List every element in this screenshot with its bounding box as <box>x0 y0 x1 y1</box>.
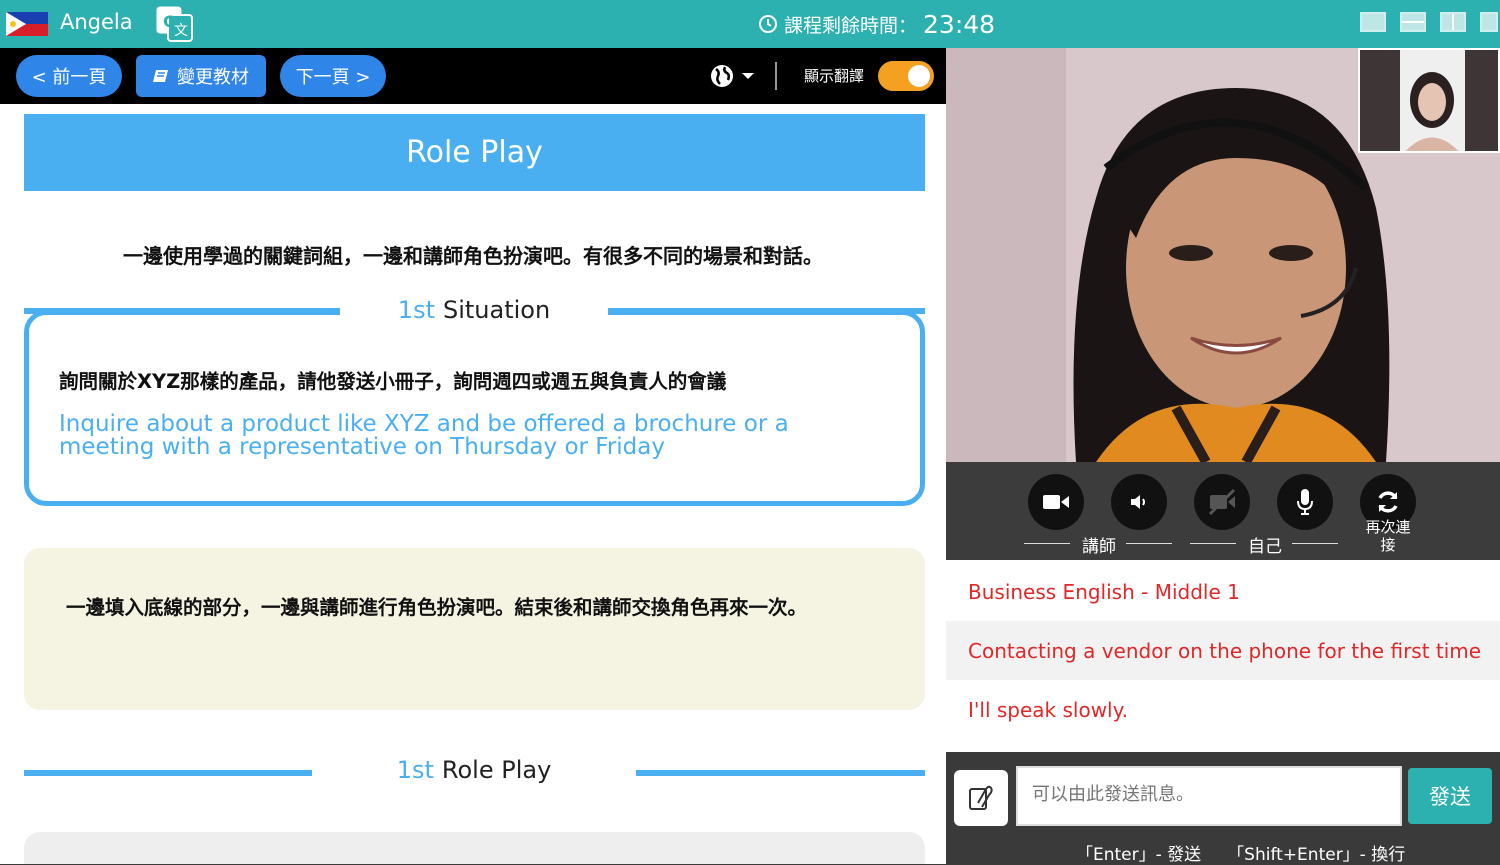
top-bar: Angela G 文 課程剩餘時間： 23:48 <box>0 0 1500 48</box>
roleplay-number: 1st <box>396 756 434 784</box>
change-material-button[interactable]: 變更教材 <box>136 55 266 97</box>
lesson-course: Business English - Middle 1 <box>968 579 1240 604</box>
video-panel: 講師 自己 再次連接 Business English - Middle 1 C… <box>946 48 1500 865</box>
intro-text: 一邊使用學過的關鍵詞組，一邊和講師角色扮演吧。有很多不同的場景和對話。 <box>123 244 823 268</box>
situation-title: Situation <box>442 296 551 324</box>
attach-button[interactable] <box>954 770 1008 826</box>
language-select[interactable] <box>708 62 758 90</box>
layout-switcher <box>1360 12 1498 32</box>
situation-heading: 1st Situation <box>340 296 608 324</box>
clock-icon <box>759 15 777 33</box>
tutor-name: Angela <box>60 10 133 34</box>
toolbar-divider <box>775 62 777 90</box>
paperclip-icon <box>969 785 993 810</box>
roleplay-card <box>24 832 925 864</box>
timer-value: 23:48 <box>923 9 996 39</box>
page-title: Role Play <box>24 114 925 191</box>
microphone-icon <box>1297 489 1313 515</box>
self-label-line-right <box>1292 543 1338 544</box>
material-panel: < 前一頁 變更教材 下一頁 > 顯示翻譯 Role Play 一邊使用學過的關… <box>0 48 946 864</box>
teacher-camera-button[interactable] <box>1028 474 1084 530</box>
self-controls-label: 自己 <box>1248 537 1282 557</box>
layout-sidebar-icon[interactable] <box>1480 12 1498 32</box>
teacher-label-line-left <box>1024 543 1070 544</box>
lesson-phrase: I'll speak slowly. <box>968 697 1128 722</box>
chat-bar: 發送 「Enter」- 發送 「Shift+Enter」- 換行 <box>946 752 1500 865</box>
situation-number: 1st <box>397 296 435 324</box>
layout-split-vertical-icon[interactable] <box>1440 12 1466 32</box>
change-material-label: 變更教材 <box>177 67 249 88</box>
lesson-info: Business English - Middle 1 Contacting a… <box>946 560 1500 752</box>
layout-split-horizontal-icon[interactable] <box>1400 12 1426 32</box>
roleplay-divider-left <box>24 770 312 776</box>
prev-page-button[interactable]: < 前一頁 <box>16 55 122 97</box>
instruction-note: 一邊填入底線的部分，一邊與講師進行角色扮演吧。結束後和講師交換角色再來一次。 <box>24 548 925 710</box>
show-translation-toggle[interactable] <box>878 61 934 91</box>
teacher-video <box>946 48 1500 462</box>
show-translation-label: 顯示翻譯 <box>804 67 865 85</box>
teacher-label-line-right <box>1126 543 1172 544</box>
video-camera-icon <box>1043 495 1069 509</box>
timer-label: 課程剩餘時間： <box>784 14 918 37</box>
self-video-pip[interactable] <box>1358 48 1500 153</box>
reconnect-label: 再次連接 <box>1365 518 1411 554</box>
hint-shift-enter: 「Shift+Enter」- 換行 <box>1227 845 1406 865</box>
teacher-controls-label: 講師 <box>1082 537 1116 557</box>
philippines-flag-icon <box>6 12 48 36</box>
hint-enter: 「Enter」- 發送 <box>1076 845 1202 865</box>
self-camera-button[interactable] <box>1194 474 1250 530</box>
video-camera-off-icon <box>1208 488 1236 516</box>
globe-icon <box>711 65 754 87</box>
book-icon <box>153 70 168 82</box>
self-video-image <box>1360 50 1498 151</box>
lesson-timer: 課程剩餘時間： 23:48 <box>758 8 995 40</box>
chat-input[interactable] <box>1016 766 1402 826</box>
send-button[interactable]: 發送 <box>1408 768 1492 824</box>
self-label-line-left <box>1190 543 1236 544</box>
roleplay-heading: 1st Role Play <box>312 756 636 784</box>
chat-hint: 「Enter」- 發送 「Shift+Enter」- 換行 <box>1076 840 1405 865</box>
roleplay-title: Role Play <box>441 756 552 784</box>
situation-card: 詢問關於XYZ那樣的產品，請他發送小冊子，詢問週四或週五與負責人的會議 Inqu… <box>24 310 925 506</box>
layout-full-icon[interactable] <box>1360 12 1386 32</box>
situation-zh: 詢問關於XYZ那樣的產品，請他發送小冊子，詢問週四或週五與負責人的會議 <box>59 370 727 393</box>
situation-en: Inquire about a product like XYZ and be … <box>59 411 789 460</box>
call-controls: 講師 自己 再次連接 <box>946 462 1500 560</box>
google-translate-icon[interactable]: G 文 <box>156 6 194 42</box>
material-content: Role Play 一邊使用學過的關鍵詞組，一邊和講師角色扮演吧。有很多不同的場… <box>0 104 946 864</box>
teacher-speaker-button[interactable] <box>1111 474 1167 530</box>
svg-text:文: 文 <box>174 23 188 39</box>
next-page-button[interactable]: 下一頁 > <box>280 55 386 97</box>
speaker-icon <box>1131 495 1145 509</box>
material-toolbar: < 前一頁 變更教材 下一頁 > 顯示翻譯 <box>0 48 946 104</box>
self-microphone-button[interactable] <box>1277 474 1333 530</box>
roleplay-divider-right <box>636 770 925 776</box>
refresh-icon <box>1378 491 1398 513</box>
lesson-topic: Contacting a vendor on the phone for the… <box>946 621 1500 680</box>
